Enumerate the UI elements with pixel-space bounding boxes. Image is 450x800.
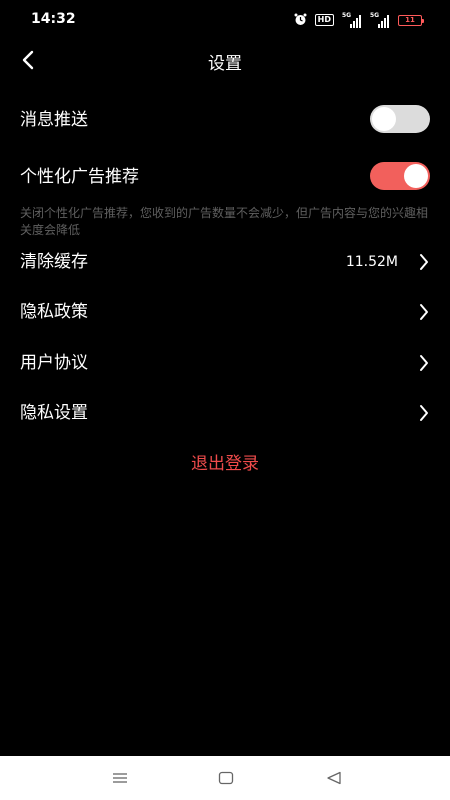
chevron-right-icon [420, 304, 428, 320]
toggle-knob [372, 107, 396, 131]
alarm-icon [294, 11, 307, 30]
setting-label: 用户协议 [20, 353, 88, 373]
logout-button[interactable]: 退出登录 [0, 450, 450, 478]
setting-row-personalized-ads: 个性化广告推荐 [0, 155, 450, 199]
chevron-right-icon [420, 355, 428, 371]
hd-icon: HD [314, 14, 334, 26]
setting-label: 隐私政策 [20, 302, 88, 322]
status-bar: 14:32 HD 5G 5G 11 [0, 0, 450, 40]
push-toggle[interactable] [370, 105, 430, 133]
setting-row-privacy-policy[interactable]: 隐私政策 [0, 290, 450, 334]
page-title: 设置 [208, 54, 242, 74]
signal-icon: 5G [370, 12, 390, 28]
battery-icon: 11 [398, 14, 424, 26]
setting-label: 隐私设置 [20, 403, 88, 423]
menu-button[interactable] [110, 768, 130, 788]
signal-label: 5G [370, 12, 380, 19]
status-icons: HD 5G 5G 11 [294, 11, 424, 30]
setting-label: 清除缓存 [20, 252, 88, 272]
setting-row-user-agreement[interactable]: 用户协议 [0, 341, 450, 385]
chevron-right-icon [420, 405, 428, 421]
back-nav-button[interactable] [324, 768, 344, 788]
battery-level: 11 [405, 15, 415, 24]
home-button[interactable] [216, 768, 236, 788]
nav-bar: 设置 [0, 40, 450, 80]
signal-icon: 5G [342, 12, 362, 28]
setting-label: 个性化广告推荐 [20, 167, 139, 187]
setting-row-clear-cache[interactable]: 清除缓存 11.52M [0, 240, 450, 284]
status-time: 14:32 [31, 11, 76, 27]
toggle-knob [404, 164, 428, 188]
home-icon [218, 771, 234, 785]
setting-label: 消息推送 [20, 110, 88, 130]
menu-icon [113, 773, 127, 783]
system-nav-bar [0, 756, 450, 800]
personalized-ads-toggle[interactable] [370, 162, 430, 190]
chevron-right-icon [420, 254, 428, 270]
setting-row-privacy-settings[interactable]: 隐私设置 [0, 391, 450, 435]
personalized-ads-hint: 关闭个性化广告推荐，您收到的广告数量不会减少，但广告内容与您的兴趣相关度会降低 [20, 206, 429, 237]
setting-row-push: 消息推送 [0, 98, 450, 142]
signal-label: 5G [342, 12, 352, 19]
back-triangle-icon [327, 771, 341, 785]
cache-size: 11.52M [345, 254, 398, 270]
